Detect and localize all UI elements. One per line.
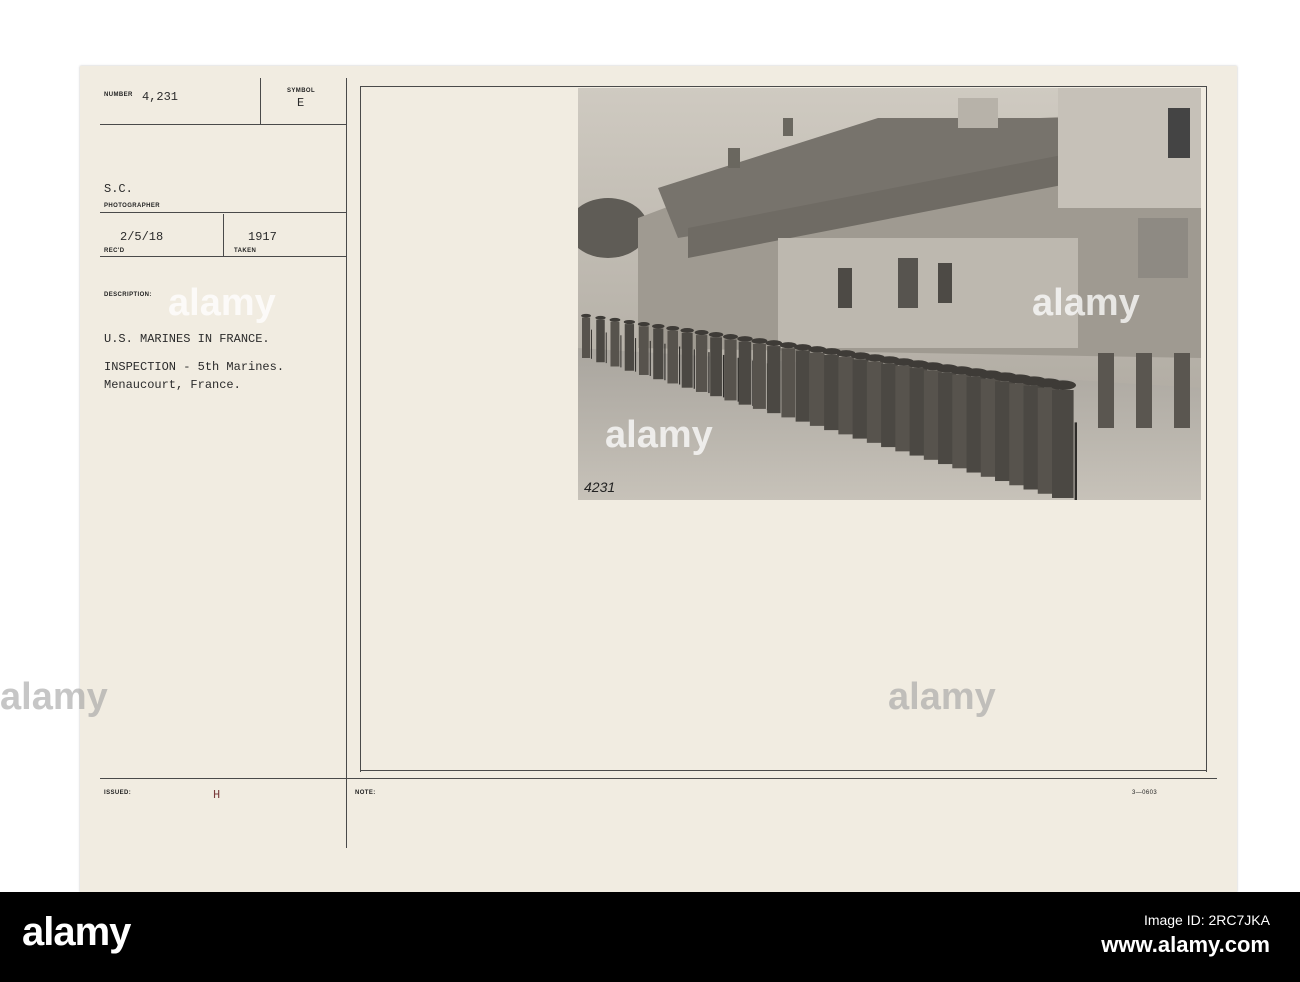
rule-line [346,78,347,848]
image-id: Image ID: 2RC7JKA [1143,912,1270,928]
rule-line [360,86,361,772]
rule-line [360,86,1206,87]
number-value: 4,231 [142,90,179,104]
watermark-text: alamy [1032,282,1140,324]
rule-line [260,78,261,124]
watermark-text: alamy [605,414,713,456]
form-number: 3—0603 [1132,790,1158,796]
watermark-text: alamy [0,676,108,718]
archive-card: NUMBER 4,231 SYMBOL E S.C. PHOTOGRAPHER … [80,66,1237,892]
alamy-logo: alamy [22,910,131,954]
description-label: DESCRIPTION: [104,292,152,298]
issued-label: ISSUED: [104,790,132,796]
description-line-1: U.S. MARINES IN FRANCE. [104,332,270,346]
image-id-block: Image ID: 2RC7JKA www.alamy.com [1101,912,1270,958]
rule-line [100,256,346,257]
number-label: NUMBER [104,92,133,98]
taken-value: 1917 [248,230,277,244]
symbol-label: SYMBOL [287,88,316,94]
watermark-text: alamy [168,282,276,324]
photo-inscription: 4231 [584,479,615,495]
photographer-label: PHOTOGRAPHER [104,203,161,209]
symbol-value: E [297,96,305,110]
rule-line [223,214,224,256]
photographer-value: S.C. [104,182,133,196]
description-line-2: INSPECTION - 5th Marines. [104,360,285,374]
taken-label: TAKEN [234,248,257,254]
description-line-3: Menaucourt, France. [104,378,241,392]
site-url: www.alamy.com [1101,932,1270,957]
rule-line [100,778,1217,779]
rule-line [100,124,346,125]
rule-line [100,212,346,213]
recd-label: REC'D [104,248,125,254]
watermark-text: alamy [888,676,996,718]
rule-line [360,770,1206,771]
note-label: NOTE: [355,790,376,796]
recd-value: 2/5/18 [120,230,164,244]
rule-line [1206,86,1207,772]
issued-value: H [213,788,221,802]
